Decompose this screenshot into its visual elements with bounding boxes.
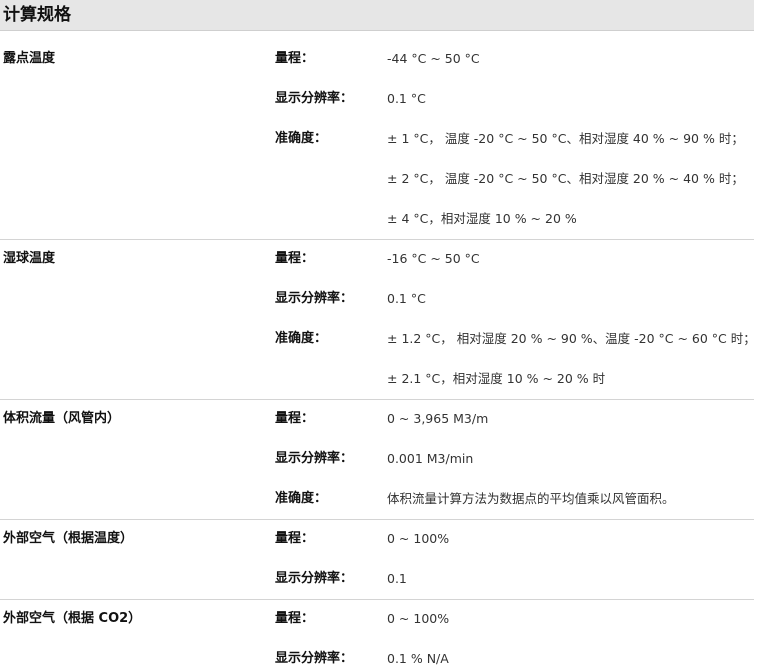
spec-value-resolution: 0.1 °C bbox=[387, 291, 426, 306]
spec-label-resolution: 显示分辨率： bbox=[275, 91, 354, 106]
spec-value-range: 0 ~ 3,965 M3/m bbox=[387, 411, 489, 426]
category-dew-point: 露点温度 bbox=[3, 51, 56, 66]
spec-value-accuracy: ± 1 °C， 温度 -20 °C ~ 50 °C、相对湿度 40 % ~ 90… bbox=[387, 131, 744, 146]
spec-value-accuracy-2: ± 2 °C， 温度 -20 °C ~ 50 °C、相对湿度 20 % ~ 40… bbox=[387, 171, 744, 186]
spec-value-resolution: 0.001 M3/min bbox=[387, 451, 474, 466]
spec-label-range: 量程： bbox=[275, 531, 315, 546]
spec-label-range: 量程： bbox=[275, 51, 315, 66]
section-header bbox=[0, 0, 754, 31]
row-divider bbox=[0, 399, 754, 400]
spec-value-range: -16 °C ~ 50 °C bbox=[387, 251, 480, 266]
spec-value-resolution: 0.1 °C bbox=[387, 91, 426, 106]
spec-label-resolution: 显示分辨率： bbox=[275, 451, 354, 466]
spec-value-accuracy: ± 1.2 °C， 相对湿度 20 % ~ 90 %、温度 -20 °C ~ 6… bbox=[387, 331, 756, 346]
spec-value-accuracy-2: ± 2.1 °C，相对湿度 10 % ~ 20 % 时 bbox=[387, 371, 606, 386]
spec-label-range: 量程： bbox=[275, 411, 315, 426]
spec-label-range: 量程： bbox=[275, 251, 315, 266]
spec-value-range: 0 ~ 100% bbox=[387, 531, 450, 546]
spec-value-accuracy: 体积流量计算方法为数据点的平均值乘以风管面积。 bbox=[387, 491, 675, 506]
spec-page: 计算规格 露点温度 量程： -44 °C ~ 50 °C 显示分辨率： 0.1 … bbox=[0, 0, 759, 669]
spec-label-resolution: 显示分辨率： bbox=[275, 571, 354, 586]
spec-label-resolution: 显示分辨率： bbox=[275, 651, 354, 666]
category-volume-flow: 体积流量（风管内） bbox=[3, 411, 121, 426]
row-divider bbox=[0, 239, 754, 240]
category-outside-air-co2: 外部空气（根据 CO2） bbox=[3, 611, 142, 626]
spec-value-resolution: 0.1 % N/A bbox=[387, 651, 449, 666]
spec-label-accuracy: 准确度： bbox=[275, 491, 328, 506]
spec-label-accuracy: 准确度： bbox=[275, 331, 328, 346]
section-title: 计算规格 bbox=[3, 5, 71, 25]
spec-label-accuracy: 准确度： bbox=[275, 131, 328, 146]
spec-value-resolution: 0.1 bbox=[387, 571, 407, 586]
row-divider bbox=[0, 599, 754, 600]
category-wet-bulb: 湿球温度 bbox=[3, 251, 56, 266]
row-divider bbox=[0, 519, 754, 520]
spec-value-range: -44 °C ~ 50 °C bbox=[387, 51, 480, 66]
spec-label-range: 量程： bbox=[275, 611, 315, 626]
category-outside-air-temp: 外部空气（根据温度） bbox=[3, 531, 134, 546]
spec-value-accuracy-3: ± 4 °C，相对湿度 10 % ~ 20 % bbox=[387, 211, 577, 226]
spec-value-range: 0 ~ 100% bbox=[387, 611, 450, 626]
spec-label-resolution: 显示分辨率： bbox=[275, 291, 354, 306]
